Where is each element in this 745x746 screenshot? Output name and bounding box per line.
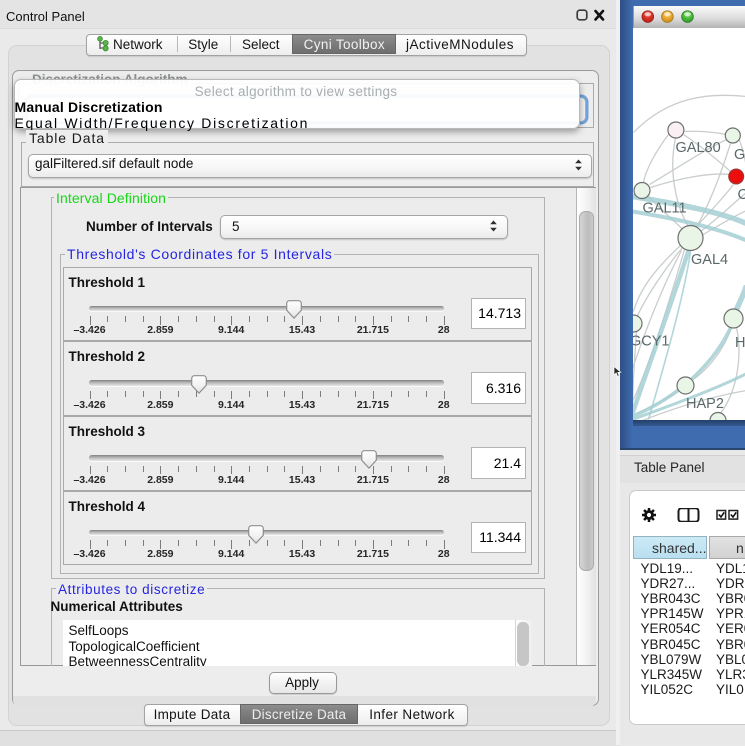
svg-text:GA: GA: [734, 147, 745, 163]
svg-text:C: C: [737, 187, 745, 203]
svg-text:GAL11: GAL11: [642, 200, 686, 216]
svg-text:GAL4: GAL4: [691, 252, 728, 268]
svg-text:GAL80: GAL80: [675, 140, 720, 156]
svg-text:GCY1: GCY1: [633, 333, 670, 349]
svg-text:HAP2: HAP2: [686, 396, 724, 412]
svg-text:H: H: [735, 335, 745, 351]
